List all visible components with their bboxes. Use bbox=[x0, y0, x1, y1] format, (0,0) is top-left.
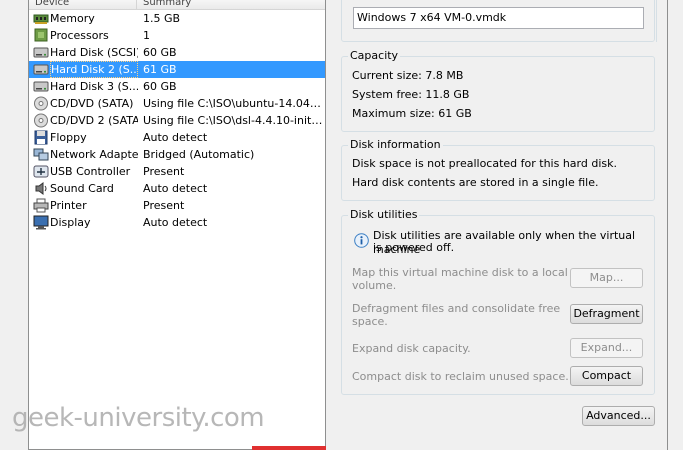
disk-info-line1: Disk space is not preallocated for this … bbox=[352, 157, 617, 170]
processor-icon bbox=[33, 28, 49, 43]
disk-information-group: Disk information Disk space is not preal… bbox=[341, 138, 655, 201]
device-summary: Auto detect bbox=[143, 182, 208, 195]
network-adapter-icon bbox=[33, 147, 49, 162]
disk-info-line2: Hard disk contents are stored in a singl… bbox=[352, 176, 599, 189]
hard-disk-icon bbox=[33, 79, 49, 94]
device-summary: Auto detect bbox=[143, 131, 208, 144]
utilities-info-line2: is powered off. bbox=[373, 241, 455, 254]
sound-card-icon bbox=[33, 181, 49, 196]
device-list[interactable]: Device Summary Memory 1.5 GB Processors 1 Ha… bbox=[28, 0, 326, 450]
device-name: Floppy bbox=[50, 131, 87, 144]
device-row[interactable]: Network Adapter Bridged (Automatic) bbox=[29, 146, 325, 163]
device-name: Hard Disk 2 (S... bbox=[50, 61, 138, 78]
device-row[interactable]: Hard Disk (SCSI) 60 GB bbox=[29, 44, 325, 61]
watermark: geek-university.com bbox=[12, 403, 265, 433]
device-row[interactable]: Sound Card Auto detect bbox=[29, 180, 325, 197]
device-name: USB Controller bbox=[50, 165, 131, 178]
system-free: System free: 11.8 GB bbox=[352, 88, 470, 101]
device-row[interactable]: CD/DVD 2 (SATA) Using file C:\ISO\dsl-4.4… bbox=[29, 112, 325, 129]
defrag-text-line2: space. bbox=[352, 315, 388, 328]
cd-dvd-icon bbox=[33, 96, 49, 111]
device-row[interactable]: CD/DVD (SATA) Using file C:\ISO\ubuntu-14… bbox=[29, 95, 325, 112]
device-summary: 1.5 GB bbox=[143, 12, 181, 25]
info-icon bbox=[354, 233, 369, 248]
map-button[interactable]: Map... bbox=[570, 268, 643, 288]
advanced-button[interactable]: Advanced... bbox=[582, 406, 655, 426]
disk-file-field[interactable]: Windows 7 x64 VM-0.vmdk bbox=[353, 7, 644, 29]
device-name: Sound Card bbox=[50, 182, 114, 195]
current-size: Current size: 7.8 MB bbox=[352, 69, 464, 82]
hard-disk-icon bbox=[33, 62, 49, 77]
device-row[interactable]: Display Auto detect bbox=[29, 214, 325, 231]
device-name: Memory bbox=[50, 12, 95, 25]
compact-button[interactable]: Compact bbox=[570, 366, 643, 386]
device-summary: 60 GB bbox=[143, 80, 177, 93]
left-pane: Device Summary Memory 1.5 GB Processors 1 Ha… bbox=[0, 0, 338, 450]
device-row[interactable]: Printer Present bbox=[29, 197, 325, 214]
map-text-line1: Map this virtual machine disk to a local bbox=[352, 266, 568, 279]
device-summary: Using file C:\ISO\ubuntu-14.04-d... bbox=[143, 97, 323, 110]
device-summary: 61 GB bbox=[143, 63, 177, 76]
floppy-icon bbox=[33, 130, 49, 145]
defrag-text-line1: Defragment files and consolidate free bbox=[352, 302, 561, 315]
expand-button[interactable]: Expand... bbox=[570, 338, 643, 358]
window-border bbox=[667, 0, 668, 450]
display-icon bbox=[33, 215, 49, 230]
device-summary: Present bbox=[143, 199, 185, 212]
device-name: Printer bbox=[50, 199, 87, 212]
device-name: CD/DVD 2 (SATA) bbox=[50, 114, 138, 127]
cd-dvd-icon bbox=[33, 113, 49, 128]
device-row[interactable]: USB Controller Present bbox=[29, 163, 325, 180]
device-name: Display bbox=[50, 216, 91, 229]
device-name: Processors bbox=[50, 29, 109, 42]
device-row[interactable]: Hard Disk 2 (S... 61 GB bbox=[29, 61, 325, 78]
device-summary: Auto detect bbox=[143, 216, 208, 229]
device-summary: 1 bbox=[143, 29, 150, 42]
capacity-group: Capacity Current size: 7.8 MB System fre… bbox=[341, 49, 655, 132]
device-row[interactable]: Memory 1.5 GB bbox=[29, 10, 325, 27]
device-row[interactable]: Hard Disk 3 (S... 60 GB bbox=[29, 78, 325, 95]
hard-disk-icon bbox=[33, 45, 49, 60]
device-row[interactable]: Processors 1 bbox=[29, 27, 325, 44]
expand-text: Expand disk capacity. bbox=[352, 342, 471, 355]
column-header-device[interactable]: Device bbox=[29, 0, 137, 10]
printer-icon bbox=[33, 198, 49, 213]
maximum-size: Maximum size: 61 GB bbox=[352, 107, 472, 120]
device-summary: Present bbox=[143, 165, 185, 178]
disk-utilities-title: Disk utilities bbox=[348, 208, 420, 222]
defragment-button[interactable]: Defragment bbox=[570, 304, 643, 324]
capacity-title: Capacity bbox=[348, 49, 401, 63]
device-row[interactable]: Floppy Auto detect bbox=[29, 129, 325, 146]
usb-icon bbox=[33, 164, 49, 179]
taskbar-indicator bbox=[252, 446, 326, 450]
device-summary: Bridged (Automatic) bbox=[143, 148, 255, 161]
device-name: Network Adapter bbox=[50, 148, 138, 161]
device-name: Hard Disk (SCSI) bbox=[50, 46, 138, 59]
map-text-line2: volume. bbox=[352, 279, 397, 292]
device-summary: 60 GB bbox=[143, 46, 177, 59]
column-header-summary[interactable]: Summary bbox=[137, 0, 327, 10]
disk-information-title: Disk information bbox=[348, 138, 443, 152]
device-name: Hard Disk 3 (S... bbox=[50, 80, 138, 93]
device-summary: Using file C:\ISO\dsl-4.4.10-initrd.... bbox=[143, 114, 323, 127]
memory-icon bbox=[33, 11, 49, 26]
device-name: CD/DVD (SATA) bbox=[50, 97, 134, 110]
panel-border bbox=[656, 0, 657, 42]
compact-text: Compact disk to reclaim unused space. bbox=[352, 370, 569, 383]
disk-utilities-group: Disk utilities Disk utilities are availa… bbox=[341, 208, 655, 395]
list-header: Device Summary bbox=[29, 0, 325, 10]
